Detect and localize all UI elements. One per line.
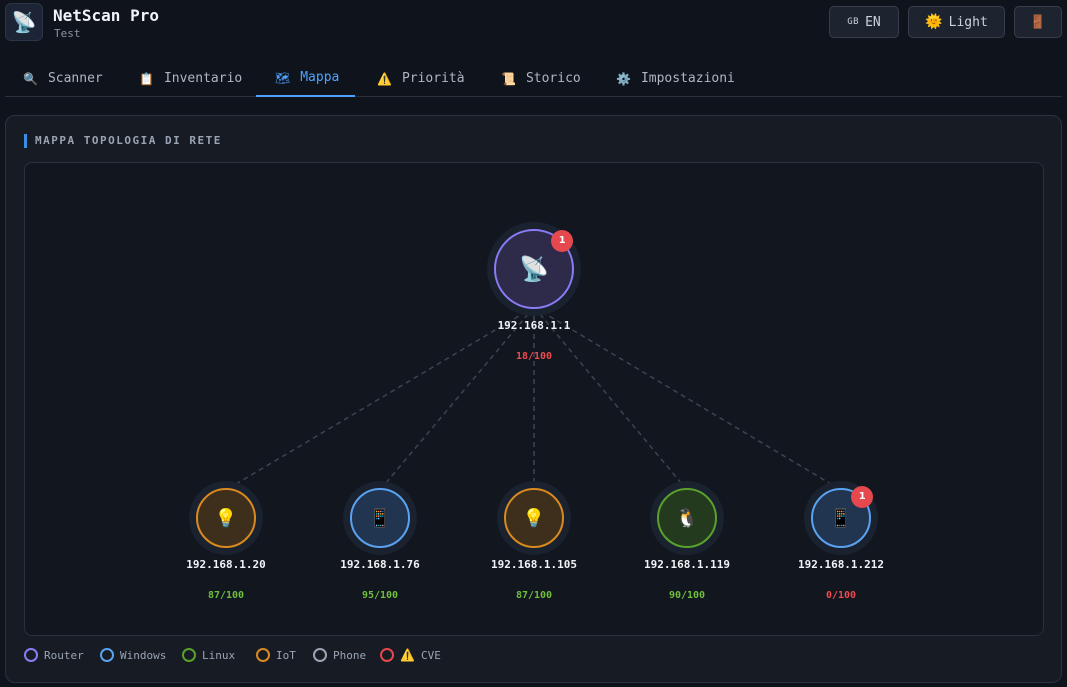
legend-item-iot: IoT (256, 648, 296, 662)
panel-title: MAPPA TOPOLOGIA DI RETE (24, 134, 222, 148)
legend-dot (256, 648, 270, 662)
node-ip-label: 192.168.1.20 (186, 558, 266, 571)
language-label: EN (865, 14, 881, 30)
node-score: 95/100 (361, 590, 399, 601)
legend-label: Router (44, 648, 84, 662)
node-score: 0/100 (825, 590, 857, 601)
magnifier-icon: 🔍 (23, 71, 38, 86)
lightbulb-icon: 💡 (196, 488, 256, 548)
node-ip-label: 192.168.1.105 (490, 558, 578, 571)
legend-item-cve: ⚠️ CVE (380, 648, 441, 662)
tab-label: Priorità (401, 71, 465, 86)
phone-icon: 📱 (350, 488, 410, 548)
tab-label: Mappa (300, 70, 340, 85)
legend-item-phone: Phone (313, 648, 366, 662)
node-ip-label: 192.168.1.119 (643, 558, 731, 571)
theme-label: Light (948, 14, 988, 30)
topology-panel: MAPPA TOPOLOGIA DI RETE 📡 192.168.1.1 18/1… (5, 115, 1062, 683)
app-header: 📡 NetScan Pro Test GB EN 🌞 Light 🚪 (0, 0, 1067, 50)
legend-label: Phone (333, 648, 367, 662)
warning-icon: ⚠️ (377, 71, 392, 86)
topology-edge (379, 306, 535, 491)
app-subtitle: Test (54, 27, 81, 40)
tab-mappa[interactable]: 🗺 Mappa (256, 60, 355, 97)
tab-scanner[interactable]: 🔍 Scanner (23, 60, 103, 97)
tab-impostazioni[interactable]: ⚙️ Impostazioni (616, 60, 735, 97)
penguin-icon: 🐧 (657, 488, 717, 548)
sun-icon: 🌞 (925, 14, 943, 30)
tab-label: Storico (525, 71, 581, 86)
legend-item-router: Router (24, 648, 84, 662)
node-ip-label: 192.168.1.1 (497, 319, 571, 332)
tab-storico[interactable]: 📜 Storico (501, 60, 581, 97)
legend-label: CVE (420, 648, 441, 662)
lightbulb-icon: 💡 (504, 488, 564, 548)
app-title: NetScan Pro (53, 6, 159, 25)
node-ip-label: 192.168.1.212 (797, 558, 885, 571)
topology-edge (533, 306, 688, 491)
legend-item-linux: Linux (182, 648, 235, 662)
gear-icon: ⚙️ (616, 71, 631, 86)
tab-bar: 🔍 Scanner 📋 Inventario 🗺 Mappa ⚠️ Priori… (5, 60, 1062, 97)
map-legend: Router Windows Linux IoT Phone ⚠️ CVE (24, 648, 1024, 666)
flag-icon: GB (847, 17, 860, 27)
satellite-dish-icon: 📡 (5, 3, 43, 41)
tab-label: Scanner (47, 71, 103, 86)
map-icon: 🗺 (275, 70, 291, 85)
logout-button[interactable]: 🚪 (1014, 6, 1062, 38)
scroll-icon: 📜 (501, 71, 516, 86)
legend-dot (313, 648, 327, 662)
node-score: 90/100 (668, 590, 706, 601)
legend-dot (24, 648, 38, 662)
node-score: 87/100 (207, 590, 245, 601)
tab-label: Inventario (163, 71, 243, 86)
tab-inventario[interactable]: 📋 Inventario (139, 60, 242, 97)
node-score: 87/100 (515, 590, 553, 601)
tab-priorita[interactable]: ⚠️ Priorità (377, 60, 465, 97)
cve-count-badge: 1 (851, 485, 874, 508)
node-ip-label: 192.168.1.76 (340, 558, 420, 571)
legend-dot (380, 648, 394, 662)
node-score: 18/100 (515, 351, 553, 362)
door-icon: 🚪 (1029, 14, 1047, 30)
legend-label: Linux (202, 648, 236, 662)
legend-item-windows: Windows (100, 648, 166, 662)
legend-dot (100, 648, 114, 662)
language-button[interactable]: GB EN (829, 6, 899, 38)
legend-label: Windows (120, 648, 167, 662)
warning-icon: ⚠️ (400, 648, 415, 662)
topology-edge (533, 306, 842, 491)
topology-map: 📡 192.168.1.1 18/100 1 💡 192.168.1.20 87/100 📱 1… (24, 162, 1044, 636)
theme-toggle-button[interactable]: 🌞 Light (908, 6, 1005, 38)
cve-count-badge: 1 (551, 229, 574, 252)
tab-label: Impostazioni (640, 71, 735, 86)
topology-edge (225, 306, 535, 491)
clipboard-icon: 📋 (139, 71, 154, 86)
legend-label: IoT (276, 648, 296, 662)
legend-dot (182, 648, 196, 662)
